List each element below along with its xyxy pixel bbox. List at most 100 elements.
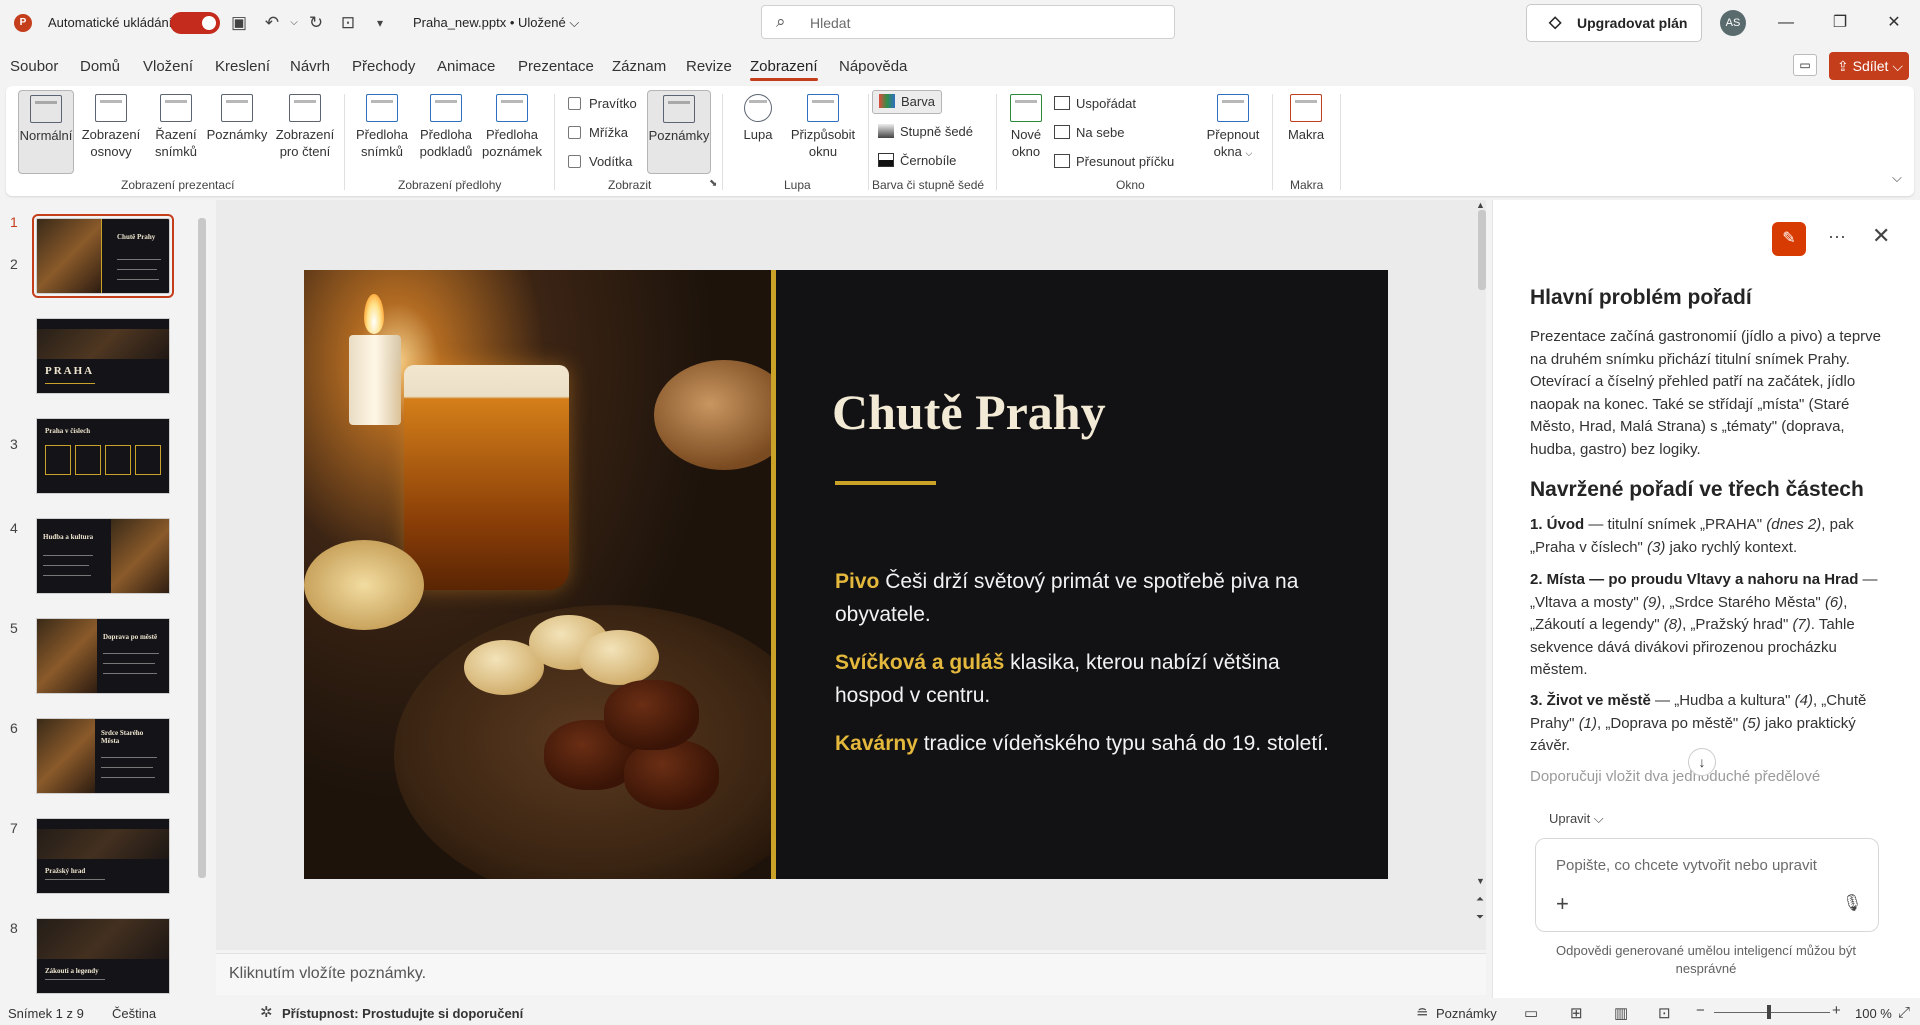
tab-zaznam[interactable]: Záznam: [612, 58, 666, 75]
close-icon[interactable]: ✕: [1872, 223, 1890, 249]
color-button[interactable]: Barva: [872, 90, 942, 114]
close-window-icon[interactable]: ✕: [1880, 10, 1908, 36]
switch-windows-button[interactable]: Přepnout okna ⌵: [1198, 90, 1268, 174]
outline-view-button[interactable]: Zobrazení osnovy: [80, 90, 142, 174]
tab-kresleni[interactable]: Kreslení: [215, 58, 270, 75]
autosave-toggle[interactable]: [170, 12, 220, 34]
zoom-in-icon[interactable]: +: [1832, 1002, 1841, 1019]
reading-view-status-icon[interactable]: ▥: [1614, 1004, 1628, 1022]
notes-master-button[interactable]: Předloha poznámek: [478, 90, 546, 174]
notes-pane[interactable]: Kliknutím vložíte poznámky.: [216, 953, 1486, 995]
handout-master-button[interactable]: Předloha podkladů: [414, 90, 478, 174]
slide-sorter-button[interactable]: Řazení snímků: [148, 90, 204, 174]
present-icon[interactable]: ⊡: [337, 12, 359, 34]
slide-title[interactable]: Chutě Prahy: [832, 383, 1106, 441]
guides-checkbox[interactable]: Vodítka: [568, 152, 632, 172]
zoom-button[interactable]: Lupa: [730, 90, 786, 174]
share-button[interactable]: ⇪ Sdílet ⌵: [1829, 52, 1909, 80]
undo-icon[interactable]: ↶: [261, 12, 283, 34]
tab-animace[interactable]: Animace: [437, 58, 495, 75]
cascade-button[interactable]: Na sebe: [1054, 123, 1124, 143]
reading-view-button[interactable]: Zobrazení pro čtení: [272, 90, 338, 174]
dialog-launcher-icon[interactable]: ⬊: [709, 178, 717, 189]
tab-revize[interactable]: Revize: [686, 58, 732, 75]
slide-thumbnail-2[interactable]: PRAHA: [36, 318, 170, 394]
tab-vlozeni[interactable]: Vložení: [143, 58, 193, 75]
upgrade-button[interactable]: ◇ Upgradovat plán: [1526, 4, 1702, 42]
scroll-up-icon[interactable]: ▲: [1476, 200, 1485, 210]
group-separator: [344, 94, 345, 190]
file-name[interactable]: Praha_new.pptx • Uložené ⌵: [413, 15, 579, 31]
macros-button[interactable]: Makra: [1278, 90, 1334, 174]
previous-slide-icon[interactable]: ⏶: [1476, 894, 1484, 905]
group-label-zoom: Lupa: [784, 178, 811, 192]
zoom-level[interactable]: 100 %: [1855, 1006, 1892, 1021]
scroll-down-icon[interactable]: ▼: [1476, 876, 1485, 886]
next-slide-icon[interactable]: ⏷: [1476, 912, 1484, 923]
slide-thumbnail-6[interactable]: Srdce Starého Města: [36, 718, 170, 794]
more-options-icon[interactable]: ···: [1828, 226, 1846, 247]
slide-thumbnail-3[interactable]: Praha v číslech: [36, 418, 170, 494]
prompt-input[interactable]: Popište, co chcete vytvořit nebo upravit…: [1535, 838, 1879, 932]
slide-point-1[interactable]: Pivo Češi drží světový primát ve spotřeb…: [835, 565, 1345, 631]
minimize-icon[interactable]: —: [1772, 10, 1800, 36]
redo-icon[interactable]: ↻: [305, 12, 327, 34]
new-window-label: Nové okno: [1010, 127, 1042, 159]
tab-napoveda[interactable]: Nápověda: [839, 58, 907, 75]
slide-thumbnail-5[interactable]: Doprava po městě: [36, 618, 170, 694]
current-slide[interactable]: Chutě Prahy Pivo Češi drží světový primá…: [304, 270, 1388, 879]
thumbnails-scrollbar[interactable]: [198, 218, 206, 878]
tab-navrh[interactable]: Návrh: [290, 58, 330, 75]
scroll-to-bottom-button[interactable]: ↓: [1688, 748, 1716, 776]
edit-mode-dropdown[interactable]: Upravit ⌵: [1549, 811, 1604, 827]
grayscale-button[interactable]: Stupně šedé: [878, 122, 973, 142]
slide-thumbnail-7[interactable]: Pražský hrad: [36, 818, 170, 894]
tab-zobrazeni[interactable]: Zobrazení: [750, 58, 818, 81]
slide-point-2[interactable]: Svíčková a guláš klasika, kterou nabízí …: [835, 646, 1345, 712]
notes-toggle-button[interactable]: Poznámky: [647, 90, 711, 174]
slideshow-status-icon[interactable]: ⊡: [1658, 1004, 1671, 1022]
notes-status-button[interactable]: Poznámky: [1436, 1006, 1497, 1021]
slide-sorter-status-icon[interactable]: ⊞: [1570, 1004, 1583, 1022]
slide-counter[interactable]: Snímek 1 z 9: [8, 1006, 84, 1021]
zoom-out-icon[interactable]: −: [1696, 1002, 1705, 1019]
microphone-icon[interactable]: 🎙: [1842, 893, 1862, 913]
fit-slide-icon[interactable]: ⤢: [1898, 1004, 1910, 1021]
slide-master-button[interactable]: Předloha snímků: [350, 90, 414, 174]
tab-domu[interactable]: Domů: [80, 58, 120, 75]
zoom-slider-thumb[interactable]: [1767, 1005, 1771, 1019]
normal-view-status-icon[interactable]: ▭: [1524, 1004, 1538, 1022]
customize-toolbar-icon[interactable]: ▾: [369, 12, 391, 34]
language-indicator[interactable]: Čeština: [112, 1006, 156, 1021]
copilot-pane: ✎ ··· ✕ Hlavní problém pořadí Prezentace…: [1492, 200, 1920, 998]
black-white-button[interactable]: Černobíle: [878, 151, 956, 171]
ruler-checkbox[interactable]: Pravítko: [568, 94, 637, 114]
notes-page-button[interactable]: Poznámky: [204, 90, 270, 174]
add-attachment-icon[interactable]: +: [1556, 891, 1569, 917]
tab-prechody[interactable]: Přechody: [352, 58, 415, 75]
slide-thumbnail-1[interactable]: Chutě Prahy: [32, 214, 174, 298]
slide-thumbnail-4[interactable]: Hudba a kultura: [36, 518, 170, 594]
save-icon[interactable]: ▣: [228, 12, 250, 34]
fit-to-window-button[interactable]: Přizpůsobit oknu: [786, 90, 860, 174]
slide-thumbnail-8[interactable]: Zákoutí a legendy: [36, 918, 170, 994]
zoom-slider-track[interactable]: [1714, 1012, 1830, 1013]
search-box[interactable]: ⌕ Hledat: [761, 5, 1175, 39]
slide-point-3[interactable]: Kavárny tradice vídeňského typu sahá do …: [835, 727, 1375, 760]
slide-scrollbar[interactable]: [1478, 210, 1486, 290]
undo-dropdown-icon[interactable]: ⌵: [283, 12, 305, 34]
slide-number: 3: [10, 436, 18, 452]
grid-checkbox[interactable]: Mřížka: [568, 123, 628, 143]
new-chat-button[interactable]: ✎: [1772, 222, 1806, 256]
restore-icon[interactable]: ❐: [1826, 10, 1854, 36]
accessibility-status[interactable]: Přístupnost: Prostudujte si doporučení: [282, 1006, 523, 1021]
new-window-button[interactable]: Nové okno: [1002, 90, 1050, 174]
avatar[interactable]: AS: [1720, 10, 1746, 36]
comments-icon[interactable]: ▭: [1793, 54, 1817, 76]
tab-prezentace[interactable]: Prezentace: [518, 58, 594, 75]
collapse-ribbon-icon[interactable]: ⌵: [1892, 170, 1902, 186]
normal-view-button[interactable]: Normální: [18, 90, 74, 174]
tab-soubor[interactable]: Soubor: [10, 58, 58, 75]
arrange-all-button[interactable]: Uspořádat: [1054, 94, 1136, 114]
move-split-button[interactable]: Přesunout příčku: [1054, 152, 1174, 172]
